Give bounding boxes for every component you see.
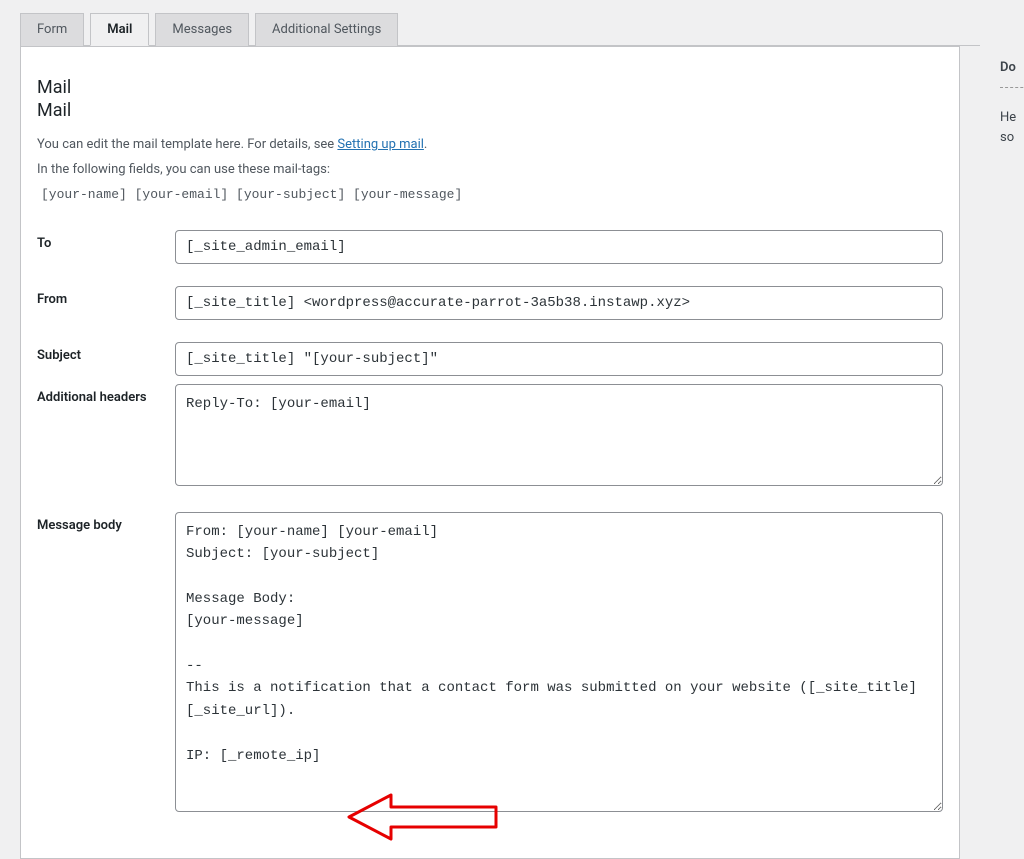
sidebar-text-2: so xyxy=(1000,130,1014,145)
section-title: Mail xyxy=(37,77,943,98)
additional-headers-input[interactable] xyxy=(175,384,943,486)
subject-input[interactable] xyxy=(175,342,943,376)
setting-up-mail-link[interactable]: Setting up mail xyxy=(337,137,423,152)
tab-mail[interactable]: Mail xyxy=(90,13,149,46)
mailtags-intro: In the following fields, you can use the… xyxy=(37,160,943,181)
tab-additional-settings[interactable]: Additional Settings xyxy=(255,13,398,46)
sidebar-panel: Do He so xyxy=(1000,0,1024,859)
label-from: From xyxy=(37,286,175,307)
sidebar-heading: Do xyxy=(1000,60,1024,75)
message-body-input[interactable] xyxy=(175,512,943,812)
label-additional-headers: Additional headers xyxy=(37,384,175,405)
label-subject: Subject xyxy=(37,342,175,363)
label-to: To xyxy=(37,230,175,251)
intro-text: You can edit the mail template here. For… xyxy=(37,135,943,156)
sidebar-text-1: He xyxy=(1000,110,1016,125)
section-subtitle: Mail xyxy=(37,100,943,121)
tab-messages[interactable]: Messages xyxy=(155,13,249,46)
tab-form[interactable]: Form xyxy=(20,13,84,46)
mail-panel: Mail Mail You can edit the mail template… xyxy=(20,46,960,859)
from-input[interactable] xyxy=(175,286,943,320)
mailtags-list: [your-name] [your-email] [your-subject] … xyxy=(41,187,943,202)
to-input[interactable] xyxy=(175,230,943,264)
nav-tabs: Form Mail Messages Additional Settings xyxy=(20,12,980,46)
label-message-body: Message body xyxy=(37,512,175,533)
